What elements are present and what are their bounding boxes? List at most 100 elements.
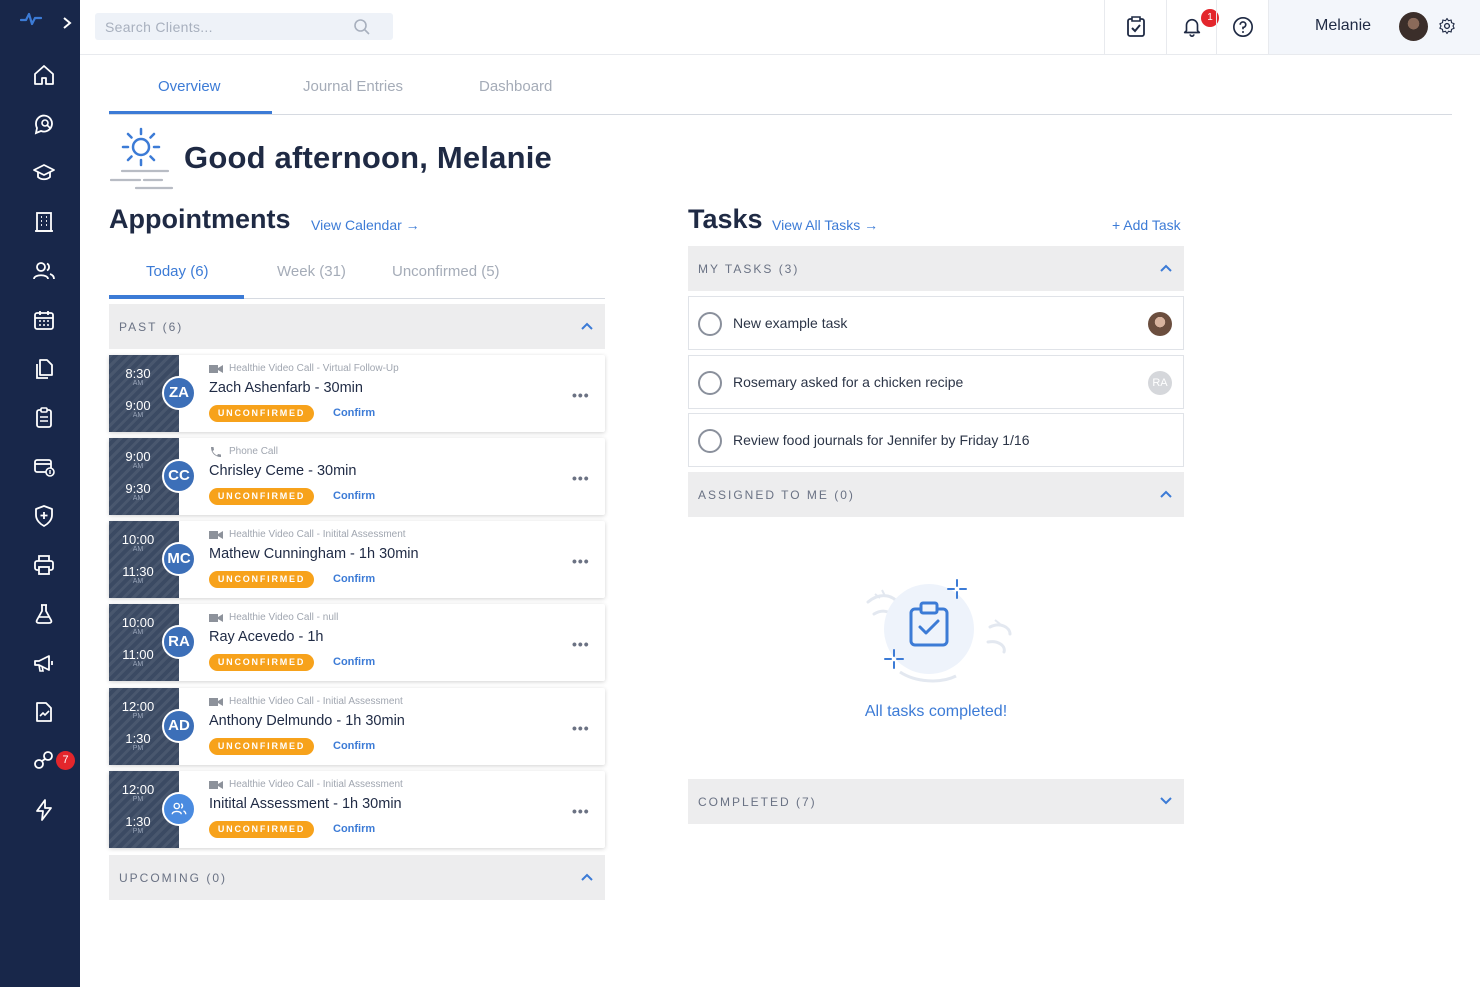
empty-state-text: All tasks completed!	[864, 703, 1008, 720]
more-options-icon[interactable]: •••	[572, 636, 590, 652]
video-icon	[209, 364, 223, 373]
sidebar-item-courses[interactable]	[26, 156, 62, 190]
sidebar-item-marketing[interactable]	[26, 646, 62, 680]
my-tasks-section-header[interactable]: MY TASKS (3)	[688, 246, 1184, 291]
search-input[interactable]	[105, 16, 345, 38]
tasks-shortcut-button[interactable]	[1104, 0, 1166, 54]
sidebar-item-forms[interactable]	[26, 401, 62, 435]
sidebar-item-labs[interactable]	[26, 597, 62, 631]
appointment-card[interactable]: 10:00 AM 11:00 AM RA Healthie Video Call…	[109, 604, 605, 681]
appointment-card[interactable]: 9:00 AM 9:30 AM CC Phone Call Chrisley C…	[109, 438, 605, 515]
appointment-name: Initital Assessment - 1h 30min	[209, 796, 402, 812]
sidebar-item-documents[interactable]	[26, 352, 62, 386]
upcoming-section-header[interactable]: UPCOMING (0)	[109, 855, 605, 900]
sidebar-item-insurance[interactable]	[26, 499, 62, 533]
task-label: Review food journals for Jennifer by Fri…	[733, 432, 1030, 448]
video-icon	[209, 780, 223, 789]
status-badge: UNCONFIRMED	[209, 738, 314, 755]
sidebar-item-fax[interactable]	[26, 548, 62, 582]
end-ampm: PM	[132, 828, 144, 835]
appointment-card[interactable]: 8:30 AM 9:00 AM ZA Healthie Video Call -…	[109, 355, 605, 432]
task-checkbox[interactable]	[698, 371, 722, 395]
user-avatar[interactable]	[1399, 12, 1428, 41]
sidebar-item-clients[interactable]	[26, 254, 62, 288]
end-time: 11:00	[122, 647, 154, 662]
sidebar: 7	[0, 0, 80, 987]
more-options-icon[interactable]: •••	[572, 387, 590, 403]
clipboard-check-icon	[1126, 16, 1145, 37]
chevron-up-icon[interactable]	[579, 318, 595, 334]
appointments-title: Appointments	[109, 204, 291, 234]
tab-unconfirmed[interactable]: Unconfirmed (5)	[392, 263, 500, 280]
sidebar-item-automations[interactable]	[26, 793, 62, 827]
tab-dashboard[interactable]: Dashboard	[479, 78, 552, 95]
appointment-type: Healthie Video Call - Initital Assessmen…	[209, 529, 406, 540]
notifications-button[interactable]: 1	[1166, 0, 1219, 54]
tab-today[interactable]: Today (6)	[146, 263, 209, 280]
tab-overview[interactable]: Overview	[158, 78, 221, 95]
client-avatar[interactable]: MC	[162, 542, 196, 576]
more-options-icon[interactable]: •••	[572, 803, 590, 819]
more-options-icon[interactable]: •••	[572, 553, 590, 569]
chevron-up-icon[interactable]	[1158, 486, 1174, 502]
sidebar-item-chat[interactable]	[26, 107, 62, 141]
search-icon[interactable]	[353, 18, 371, 36]
end-time: 1:30	[125, 731, 151, 746]
add-task-button[interactable]: + Add Task	[1112, 217, 1181, 233]
confirm-button[interactable]: Confirm	[333, 656, 375, 668]
client-avatar[interactable]: ZA	[162, 376, 196, 410]
appointment-name: Zach Ashenfarb - 30min	[209, 380, 363, 396]
user-menu[interactable]: Melanie	[1268, 0, 1480, 54]
tasks-completed-illustration	[866, 579, 1012, 683]
appointment-name: Mathew Cunningham - 1h 30min	[209, 546, 419, 562]
printer-icon	[34, 555, 54, 575]
sidebar-item-home[interactable]	[26, 58, 62, 92]
chevron-up-icon[interactable]	[1158, 260, 1174, 276]
chevron-down-icon[interactable]	[1158, 793, 1174, 809]
confirm-button[interactable]: Confirm	[333, 740, 375, 752]
appointment-card[interactable]: 12:00 PM 1:30 PM AD Healthie Video Call …	[109, 688, 605, 765]
task-checkbox[interactable]	[698, 429, 722, 453]
logo-icon[interactable]	[20, 10, 42, 28]
start-time: 8:30	[125, 366, 151, 381]
task-item[interactable]: Rosemary asked for a chicken recipe RA	[688, 355, 1184, 409]
appointment-card[interactable]: 10:00 AM 11:30 AM MC Healthie Video Call…	[109, 521, 605, 598]
appointment-name: Chrisley Ceme - 30min	[209, 463, 357, 479]
client-avatar[interactable]: CC	[162, 459, 196, 493]
start-time: 12:00	[121, 699, 155, 714]
task-item[interactable]: New example task	[688, 296, 1184, 350]
more-options-icon[interactable]: •••	[572, 720, 590, 736]
completed-section-header[interactable]: COMPLETED (7)	[688, 779, 1184, 824]
appointment-type-label: Healthie Video Call - Initital Assessmen…	[229, 529, 406, 540]
view-calendar-link[interactable]: View Calendar →	[311, 217, 420, 233]
confirm-button[interactable]: Confirm	[333, 407, 375, 419]
task-checkbox[interactable]	[698, 312, 722, 336]
confirm-button[interactable]: Confirm	[333, 490, 375, 502]
end-ampm: PM	[132, 745, 144, 752]
gear-icon[interactable]	[1438, 17, 1456, 35]
appointment-type: Healthie Video Call - Virtual Follow-Up	[209, 363, 399, 374]
tab-week[interactable]: Week (31)	[277, 263, 346, 280]
past-section-header[interactable]: PAST (6)	[109, 304, 605, 349]
confirm-button[interactable]: Confirm	[333, 823, 375, 835]
appointment-card[interactable]: 12:00 PM 1:30 PM Healthie Video Call - I…	[109, 771, 605, 848]
sidebar-item-organization[interactable]	[26, 205, 62, 239]
client-avatar[interactable]: RA	[162, 625, 196, 659]
assigned-to-me-section-header[interactable]: ASSIGNED TO ME (0)	[688, 472, 1184, 517]
tab-journal-entries[interactable]: Journal Entries	[303, 78, 403, 95]
sidebar-item-reports[interactable]	[26, 695, 62, 729]
documents-icon	[36, 359, 53, 379]
help-button[interactable]	[1216, 0, 1268, 54]
task-item[interactable]: Review food journals for Jennifer by Fri…	[688, 413, 1184, 467]
confirm-button[interactable]: Confirm	[333, 573, 375, 585]
group-avatar[interactable]	[162, 792, 196, 826]
view-all-tasks-link[interactable]: View All Tasks →	[772, 217, 878, 233]
active-tab-indicator	[109, 111, 272, 114]
sidebar-item-billing[interactable]	[26, 450, 62, 484]
expand-sidebar-icon[interactable]	[62, 16, 76, 34]
chevron-up-icon[interactable]	[579, 869, 595, 885]
more-options-icon[interactable]: •••	[572, 470, 590, 486]
upcoming-section-label: UPCOMING (0)	[119, 871, 227, 885]
sidebar-item-calendar[interactable]	[26, 303, 62, 337]
client-avatar[interactable]: AD	[162, 709, 196, 743]
